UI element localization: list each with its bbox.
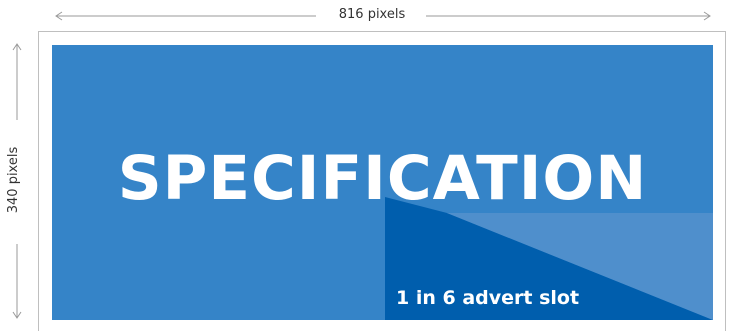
width-label: 816 pixels [322, 6, 422, 24]
spec-banner: SPECIFICATION 1 in 6 advert slot [52, 45, 713, 320]
height-label: 340 pixels [6, 142, 22, 218]
banner-title: SPECIFICATION [117, 143, 648, 214]
advert-slot-label: 1 in 6 advert slot [396, 287, 580, 309]
